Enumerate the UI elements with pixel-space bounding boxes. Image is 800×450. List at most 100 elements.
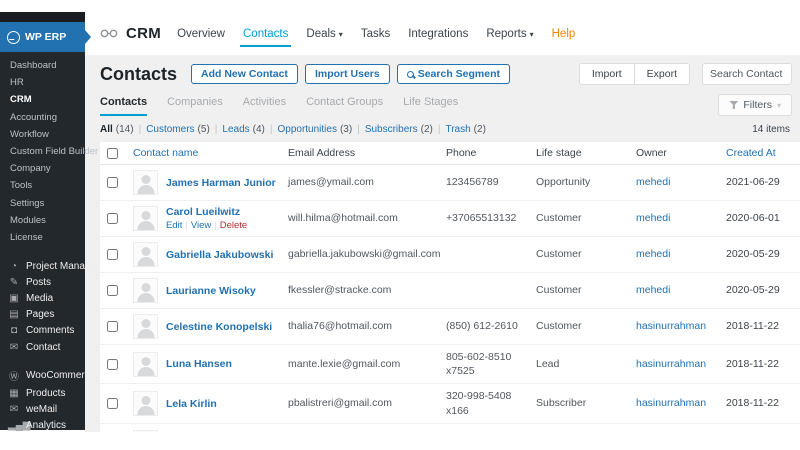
sidebar-item-label: Posts — [26, 276, 52, 288]
row-checkbox[interactable] — [107, 285, 118, 296]
nav-item-label: Deals — [306, 27, 336, 40]
cell-owner: hasinurrahman — [636, 396, 726, 410]
tab-activities[interactable]: Activities — [243, 96, 286, 116]
sidebar-item-hr[interactable]: HR — [0, 74, 85, 91]
sidebar-item-woocommerce[interactable]: Ⓦ WooCommerce — [0, 365, 95, 385]
separator: | — [138, 124, 142, 135]
sidebar-item-media[interactable]: ▣ Media — [0, 290, 85, 306]
contact-name-link[interactable]: Luna Hansen — [166, 358, 232, 370]
tab-contact-groups[interactable]: Contact Groups — [306, 96, 383, 116]
search-segment-button[interactable]: Search Segment — [396, 64, 511, 84]
contact-name-link[interactable]: Gabriella Jakubowski — [166, 249, 273, 261]
owner-link[interactable]: mehedi — [636, 212, 670, 224]
owner-link[interactable]: mehedi — [636, 248, 670, 260]
view-link-opportunities[interactable]: Opportunities — [277, 124, 336, 135]
contact-name-link[interactable]: Lela Kirlin — [166, 398, 217, 410]
header-right: Import Export — [578, 63, 792, 85]
export-button[interactable]: Export — [634, 64, 689, 84]
view-link-subscribers[interactable]: Subscribers — [365, 124, 418, 135]
contact-name-link[interactable]: Carol Lueilwitz — [166, 206, 240, 218]
sidebar-item-wemail[interactable]: ✉ weMail — [0, 402, 85, 418]
view-trash: Trash (2) — [445, 124, 485, 135]
tab-companies[interactable]: Companies — [167, 96, 223, 116]
contact-name-cell: Celestine Konopelski — [133, 314, 288, 339]
view-link-trash[interactable]: Trash — [445, 124, 470, 135]
view-link-customers[interactable]: Customers — [146, 124, 194, 135]
column-header-created-at[interactable]: Created At — [726, 147, 800, 159]
sidebar-item-wp-erp[interactable]: WP ERP — [0, 22, 91, 52]
sidebar-item-company[interactable]: Company — [0, 160, 85, 177]
contact-name-link[interactable]: James Harman Junior — [166, 177, 276, 189]
row-checkbox[interactable] — [107, 249, 118, 260]
nav-item-label: Contacts — [243, 27, 289, 40]
sidebar-item-posts[interactable]: ✎ Posts — [0, 274, 85, 290]
wp-erp-submenu: Dashboard HR CRM Accounting Workflow Custom F… — [0, 52, 98, 250]
cell-email: pbalistreri@gmail.com — [288, 397, 393, 410]
contact-name-link[interactable]: Laurianne Wisoky — [166, 285, 256, 297]
sidebar-item-workflow[interactable]: Workflow — [0, 126, 85, 143]
row-actions: Edit | View | Delete — [166, 220, 247, 231]
sidebar-item-label: Pages — [26, 309, 55, 321]
import-button[interactable]: Import — [579, 64, 635, 84]
row-checkbox[interactable] — [107, 398, 118, 410]
contact-name-cell: Jeanie Dach — [133, 430, 288, 432]
sidebar-item-label: Products — [26, 387, 66, 399]
list-views: All (14) | Customers (5) | Leads (4) | Opportunit… — [100, 124, 486, 135]
row-checkbox[interactable] — [107, 358, 118, 370]
pages-icon: ▤ — [9, 309, 19, 321]
sidebar-item-comments[interactable]: ◘ Comments — [0, 323, 85, 339]
cell-created-at: 2018-11-22 — [726, 397, 779, 410]
sidebar-item-modules[interactable]: Modules — [0, 212, 85, 229]
tab-life-stages[interactable]: Life Stages — [403, 96, 458, 116]
nav-item-overview[interactable]: Overview — [177, 12, 225, 55]
sidebar-item-crm[interactable]: CRM — [0, 91, 85, 108]
sidebar-item-analytics[interactable]: ▂▄▆ Analytics — [0, 418, 85, 434]
owner-link[interactable]: mehedi — [636, 284, 670, 296]
crm-logo-icon — [100, 28, 118, 39]
nav-item-help[interactable]: Help — [552, 12, 576, 55]
view-link-leads[interactable]: Leads — [222, 124, 249, 135]
select-all-checkbox[interactable] — [107, 147, 118, 159]
nav-item-deals[interactable]: Deals ▾ — [306, 12, 342, 55]
filters-button[interactable]: Filters ▾ — [718, 94, 792, 116]
cell-owner: hasinurrahman — [636, 319, 726, 333]
row-checkbox[interactable] — [107, 213, 118, 224]
owner-link[interactable]: mehedi — [636, 176, 670, 188]
delete-link[interactable]: Delete — [220, 220, 247, 231]
sidebar-item-custom-field-builder[interactable]: Custom Field Builder — [0, 143, 98, 160]
view-link-all[interactable]: All — [100, 124, 113, 135]
tab-contacts[interactable]: Contacts — [100, 96, 148, 116]
nav-item-tasks[interactable]: Tasks — [361, 12, 390, 55]
owner-link[interactable]: hasinurrahman — [636, 397, 706, 409]
edit-link[interactable]: Edit — [166, 220, 182, 231]
table-header: Contact name Email Address Phone Life stage… — [100, 142, 800, 165]
sidebar-item-accounting[interactable]: Accounting — [0, 109, 85, 126]
sidebar-item-contact[interactable]: ✉ Contact — [0, 339, 85, 355]
sidebar-item-project-manager[interactable]: ◔ Project Manager — [0, 258, 99, 274]
mail-icon: ✉ — [9, 341, 19, 353]
owner-link[interactable]: hasinurrahman — [636, 358, 706, 370]
import-users-button[interactable]: Import Users — [304, 64, 390, 84]
sidebar-item-pages[interactable]: ▤ Pages — [0, 307, 85, 323]
sidebar-item-products[interactable]: ▦ Products — [0, 385, 85, 401]
view-link[interactable]: View — [191, 220, 211, 231]
nav-item-contacts[interactable]: Contacts — [239, 12, 292, 55]
sidebar-item-settings[interactable]: Settings — [0, 195, 85, 212]
analytics-icon: ▂▄▆ — [8, 420, 31, 432]
sidebar-item-tools[interactable]: Tools — [0, 177, 85, 194]
contact-name-box: Lela Kirlin — [166, 398, 217, 410]
view-subscribers: Subscribers (2) — [365, 124, 433, 135]
contact-name-box: Celestine Konopelski — [166, 321, 272, 333]
contact-name-link[interactable]: Celestine Konopelski — [166, 321, 272, 333]
row-checkbox[interactable] — [107, 177, 118, 188]
row-checkbox[interactable] — [107, 321, 118, 332]
nav-item-reports[interactable]: Reports ▾ — [486, 12, 533, 55]
column-header-contact-name[interactable]: Contact name — [133, 147, 288, 159]
owner-link[interactable]: hasinurrahman — [636, 320, 706, 332]
search-contact-input[interactable] — [702, 63, 792, 85]
nav-item-integrations[interactable]: Integrations — [408, 12, 468, 55]
sidebar-item-license[interactable]: License — [0, 229, 85, 246]
add-new-contact-button[interactable]: Add New Contact — [191, 64, 298, 84]
admin-menu: ◔ Project Manager ✎ Posts ▣ Media ▤ Pages ◘ Comme… — [0, 250, 99, 434]
sidebar-item-dashboard[interactable]: Dashboard — [0, 57, 85, 74]
